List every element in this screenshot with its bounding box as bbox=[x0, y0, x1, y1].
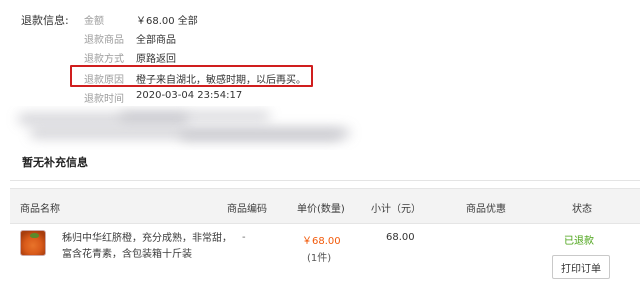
refund-info-title: 退款信息: bbox=[21, 14, 69, 27]
product-name-link[interactable]: 秭归中华红脐橙，充分成熟，非常甜，富含花青素，含包装箱十斤装 bbox=[62, 231, 232, 263]
redacted-blur-area bbox=[0, 106, 640, 150]
refund-time-label: 退款时间 bbox=[84, 94, 124, 105]
unit-price: ￥68.00 bbox=[302, 236, 341, 247]
refund-time-value: 2020-03-04 23:54:17 bbox=[136, 90, 243, 101]
refund-goods-label: 退款商品 bbox=[84, 35, 124, 46]
refund-method-label: 退款方式 bbox=[84, 54, 124, 65]
print-order-button[interactable]: 打印订单 bbox=[552, 255, 610, 279]
orange-product-thumbnail-icon[interactable] bbox=[20, 230, 46, 256]
table-header: 商品名称 商品编码 单价(数量) 小计（元） 商品优惠 状态 bbox=[10, 188, 640, 224]
quantity: (1件) bbox=[307, 253, 332, 264]
th-status: 状态 bbox=[572, 204, 592, 215]
th-product-name: 商品名称 bbox=[20, 204, 60, 215]
refund-method-value: 原路返回 bbox=[136, 54, 176, 65]
th-product-code: 商品编码 bbox=[227, 204, 267, 215]
section-divider bbox=[10, 180, 640, 181]
subtotal: 68.00 bbox=[386, 232, 415, 243]
th-discount: 商品优惠 bbox=[466, 204, 506, 215]
refund-amount-label: 金额 bbox=[84, 16, 104, 27]
refund-amount-value: ￥68.00 全部 bbox=[136, 16, 198, 27]
product-code: - bbox=[242, 232, 246, 243]
th-unit-price-qty: 单价(数量) bbox=[297, 204, 345, 215]
refund-goods-value: 全部商品 bbox=[136, 35, 176, 46]
no-extra-info-text: 暂无补充信息 bbox=[22, 156, 88, 169]
status-badge: 已退款 bbox=[564, 236, 594, 247]
reason-highlight-box bbox=[70, 65, 313, 87]
th-subtotal: 小计（元） bbox=[371, 204, 421, 215]
